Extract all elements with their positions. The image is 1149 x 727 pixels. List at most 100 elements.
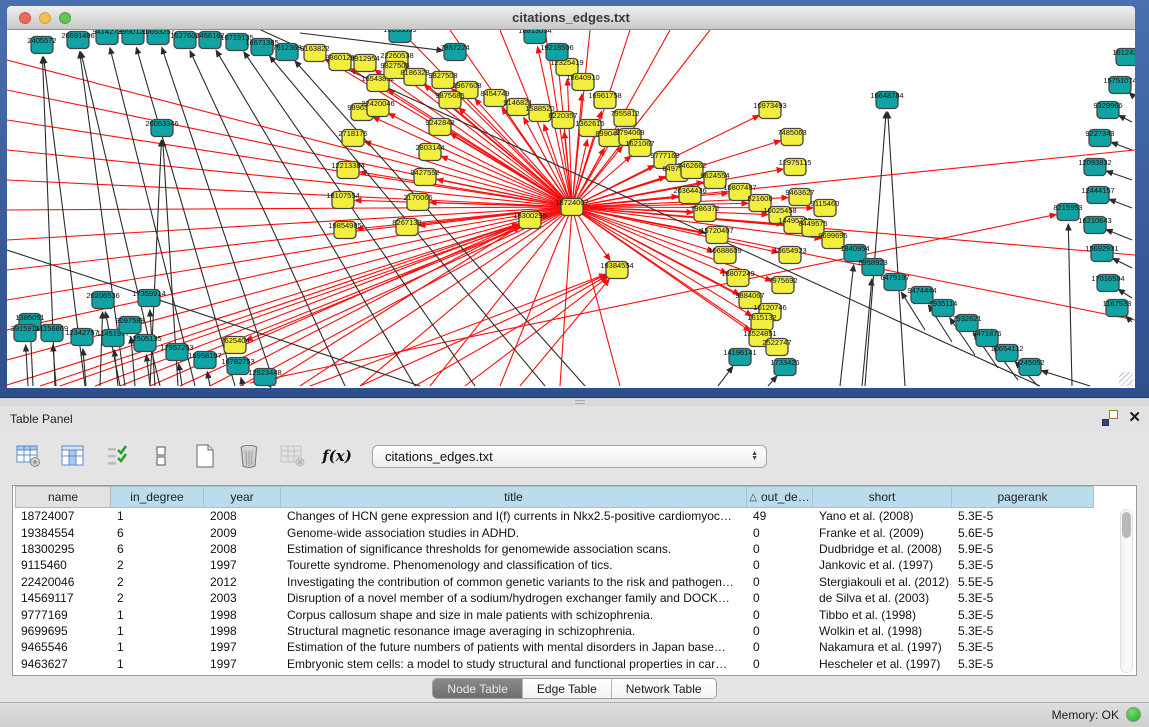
graph-node-20206536[interactable]: 20206536	[86, 291, 119, 309]
table-row[interactable]: 946362711997Embryonic stem cells: a mode…	[15, 656, 1097, 672]
network-canvas[interactable]: 1872400718300295193845541985498582671301…	[7, 30, 1135, 388]
graph-node-15720407[interactable]: 15720407	[700, 226, 733, 244]
graph-node-18640910[interactable]: 18640910	[566, 73, 599, 91]
panel-divider[interactable]	[0, 398, 1149, 406]
table-row[interactable]: 1938455462009Genome-wide association stu…	[15, 524, 1097, 540]
column-header-year[interactable]: year	[204, 486, 281, 508]
graph-node-7625404[interactable]: 7625404	[220, 336, 249, 354]
graph-node-1615132[interactable]: 1615132	[747, 313, 776, 331]
graph-node-8860128[interactable]: 8860128	[325, 53, 354, 71]
graph-node-16961758[interactable]: 16961758	[588, 91, 621, 109]
function-builder-button[interactable]: f(x)	[322, 441, 352, 471]
graph-node-9329966[interactable]: 9329966	[1093, 101, 1122, 119]
graph-node-20691406[interactable]: 20691406	[61, 31, 94, 49]
graph-node-17016504[interactable]: 17016504	[1091, 274, 1124, 292]
memory-status-label: Memory: OK	[1052, 708, 1119, 722]
table-columns-button[interactable]	[58, 441, 88, 471]
graph-node-7975692[interactable]: 7975692	[768, 276, 797, 294]
table-row[interactable]: 1456911722003Disruption of a novel membe…	[15, 590, 1097, 606]
memory-status-indicator[interactable]	[1126, 707, 1141, 722]
graph-node-2522747[interactable]: 2522747	[762, 338, 791, 356]
graph-node-9115460[interactable]: 9115460	[811, 199, 840, 217]
graph-node-8427552[interactable]: 8427552	[410, 168, 439, 186]
tab-network-table[interactable]: Network Table	[611, 679, 716, 698]
table-row[interactable]: 1872400712008Changes of HCN gene express…	[15, 508, 1097, 524]
column-header-out_de[interactable]: △out_de…	[747, 486, 813, 508]
graph-node-7512368[interactable]: 7512368	[272, 43, 301, 61]
graph-node-7485063[interactable]: 7485063	[777, 128, 806, 146]
graph-node-9414273[interactable]: 9414273	[92, 30, 121, 45]
graph-node-10688609[interactable]: 10688609	[708, 246, 741, 264]
table-settings-button[interactable]	[14, 441, 44, 471]
row-height-button[interactable]	[146, 441, 176, 471]
graph-node-12505135[interactable]: 12505135	[128, 334, 161, 352]
new-table-button[interactable]	[190, 441, 220, 471]
graph-node-12923448[interactable]: 12923448	[248, 368, 281, 386]
table-selector-dropdown[interactable]: citations_edges.txt ▲▼	[372, 445, 767, 468]
graph-node-1167533[interactable]: 1167533	[1103, 299, 1132, 317]
graph-node-17359914[interactable]: 17359914	[132, 289, 165, 307]
graph-node-19854985[interactable]: 19854985	[328, 221, 361, 239]
graph-node-11156869[interactable]: 11156869	[36, 324, 68, 342]
table-cell: 5.3E-5	[952, 624, 1094, 638]
graph-node-8912954[interactable]: 8912954	[350, 54, 379, 72]
column-header-in_degree[interactable]: in_degree	[111, 486, 204, 508]
table-cell: 1	[111, 640, 204, 654]
graph-node-14196141[interactable]: 14196141	[723, 348, 756, 366]
graph-node-9227343[interactable]: 9227343	[1085, 129, 1114, 147]
graph-node-16210643[interactable]: 16210643	[1078, 216, 1111, 234]
table-row[interactable]: 1830029562008Estimation of significance …	[15, 541, 1097, 557]
graph-node-7955812[interactable]: 7955812	[610, 109, 639, 127]
graph-node-12213384[interactable]: 12213384	[331, 161, 364, 179]
graph-node-12444157[interactable]: 12444157	[1081, 186, 1114, 204]
graph-node-20053346[interactable]: 20053346	[145, 119, 178, 137]
table-row[interactable]: 946554611997Estimation of the future num…	[15, 639, 1097, 655]
scrollbar-thumb[interactable]	[1122, 512, 1131, 538]
table-cell: 5.3E-5	[952, 657, 1094, 671]
graph-node-2405572[interactable]: 2405572	[27, 36, 56, 54]
table-scrollbar[interactable]	[1120, 509, 1133, 673]
graph-node-18107554[interactable]: 18107554	[326, 191, 359, 209]
graph-node-2170066[interactable]: 2170066	[403, 193, 432, 211]
column-header-pagerank[interactable]: pagerank	[952, 486, 1094, 508]
column-header-name[interactable]: name	[15, 486, 111, 508]
tab-node-table[interactable]: Node Table	[433, 679, 522, 698]
graph-node-9097588[interactable]: 9097588	[115, 316, 144, 334]
graph-node-2718176[interactable]: 2718176	[338, 129, 367, 147]
column-header-short[interactable]: short	[813, 486, 952, 508]
graph-node-8220357[interactable]: 8220357	[548, 111, 577, 129]
graph-node-16648784[interactable]: 16648784	[870, 91, 903, 109]
graph-node-16033809[interactable]: 16033809	[383, 30, 416, 43]
table-row[interactable]: 977716911998Corpus callosum shape and si…	[15, 606, 1097, 622]
resize-grip[interactable]	[1119, 372, 1133, 386]
network-window-titlebar[interactable]: citations_edges.txt	[7, 6, 1135, 30]
graph-node-9163822[interactable]: 9163822	[300, 44, 329, 62]
graph-node-9245052[interactable]: 9245052	[1015, 358, 1044, 376]
graph-node-8267130[interactable]: 8267130	[392, 218, 421, 236]
table-row[interactable]: 2242004622012Investigating the contribut…	[15, 574, 1097, 590]
graph-node-13654923[interactable]: 13654923	[773, 246, 806, 264]
graph-node-2803144[interactable]: 2803144	[415, 143, 444, 161]
graph-node-7986372[interactable]: 7986372	[690, 204, 719, 222]
close-panel-icon[interactable]: ✕	[1128, 410, 1141, 426]
table-row[interactable]: 969969511998Structural magnetic resonanc…	[15, 623, 1097, 639]
tab-edge-table[interactable]: Edge Table	[522, 679, 611, 698]
graph-node-16958107[interactable]: 16958107	[188, 351, 221, 369]
graph-node-8186328[interactable]: 8186328	[400, 68, 429, 86]
column-header-title[interactable]: title	[281, 486, 747, 508]
delete-rows-button[interactable]	[234, 441, 264, 471]
graph-node-9875685[interactable]: 9875685	[435, 91, 464, 109]
graph-node-9242848[interactable]: 9242848	[425, 118, 454, 136]
graph-node-1733426[interactable]: 1733426	[770, 358, 799, 376]
graph-node-6479197[interactable]: 6479197	[880, 273, 909, 291]
svg-text:10025458: 10025458	[763, 206, 796, 215]
select-rows-button[interactable]	[102, 441, 132, 471]
graph-node-15751074[interactable]: 15751074	[1103, 76, 1135, 94]
graph-node-7857224[interactable]: 7857224	[440, 43, 469, 61]
float-panel-icon[interactable]	[1102, 410, 1118, 426]
graph-node-1612435[interactable]: 1612435	[1112, 48, 1135, 66]
graph-node-12975115[interactable]: 12975115	[779, 158, 812, 176]
table-row[interactable]: 911546021997Tourette syndrome. Phenomeno…	[15, 557, 1097, 573]
delete-table-button[interactable]	[278, 441, 308, 471]
graph-node-12093832[interactable]: 12093832	[1078, 158, 1111, 176]
